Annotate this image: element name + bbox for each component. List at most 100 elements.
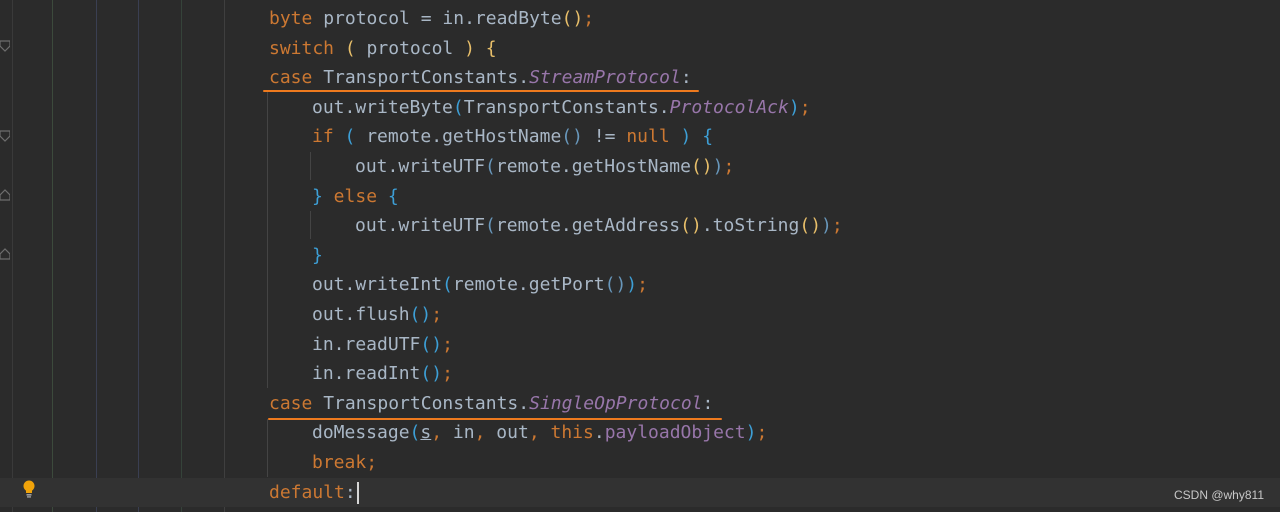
brace: {	[387, 185, 399, 207]
paren: ()	[420, 363, 443, 385]
code-text: protocol	[355, 37, 465, 59]
code-text: in.readInt	[312, 363, 421, 385]
code-text: out.flush	[312, 303, 410, 325]
semicolon: ;	[799, 96, 811, 118]
paren: )	[712, 155, 724, 177]
comma: ,	[528, 422, 551, 444]
code-line-6: out.writeUTF(remote.getHostName());	[0, 152, 1280, 182]
paren: (	[485, 215, 496, 237]
semicolon: ;	[756, 422, 768, 444]
brace: }	[312, 244, 323, 266]
paren: ()	[409, 303, 432, 325]
comma: ,	[431, 422, 453, 444]
brace: {	[702, 126, 714, 148]
keyword: this	[550, 422, 594, 444]
paren: (	[442, 274, 453, 296]
code-line-15: doMessage(s, in, out, this.payloadObject…	[0, 418, 1280, 448]
code-text: in.readUTF	[312, 333, 421, 355]
brace: }	[312, 185, 323, 207]
code-text: TransportConstants.	[463, 96, 670, 118]
code-line-2: switch ( protocol ) {	[0, 34, 1280, 64]
paren: ()	[604, 274, 627, 296]
code-text: .toString	[701, 215, 800, 237]
code-text: remote.getAddress	[495, 215, 681, 237]
semicolon: ;	[431, 303, 443, 325]
code-text: out	[496, 422, 529, 444]
code-text: in	[452, 422, 475, 444]
operator: !=	[582, 126, 627, 148]
paren: (	[344, 126, 356, 148]
code-text: remote.getPort	[452, 274, 605, 296]
code-line-7: } else {	[0, 182, 1280, 212]
semicolon: ;	[637, 274, 648, 296]
comma: ,	[474, 422, 497, 444]
highlight-underline	[268, 418, 722, 420]
code-line-1: byte protocol = in.readByte();	[0, 4, 1280, 34]
code-line-9: }	[0, 241, 1280, 271]
paren: ()	[420, 333, 443, 355]
code-text: remote.getHostName	[355, 126, 562, 148]
field: payloadObject	[604, 422, 746, 444]
semicolon: ;	[723, 155, 735, 177]
paren: (	[485, 155, 496, 177]
keyword: if	[312, 126, 334, 148]
paren: )	[572, 8, 584, 29]
code-line-16: break;	[0, 448, 1280, 478]
code-text: doMessage	[312, 422, 410, 444]
code-text: remote.getHostName	[495, 155, 691, 177]
code-line-3: case TransportConstants.StreamProtocol:	[0, 63, 1280, 93]
code-line-14: case TransportConstants.SingleOpProtocol…	[0, 389, 1280, 419]
colon: :	[344, 481, 356, 503]
semicolon: ;	[831, 215, 843, 237]
code-editor[interactable]: byte protocol = in.readByte(); switch ( …	[0, 0, 1280, 512]
colon: :	[702, 392, 714, 414]
lightbulb-icon[interactable]	[22, 480, 36, 498]
paren: ()	[561, 126, 583, 148]
keyword: case	[269, 67, 313, 89]
keyword: switch	[269, 37, 335, 59]
highlight-underline	[263, 90, 699, 92]
keyword: else	[322, 185, 388, 207]
code-line-11: out.flush();	[0, 300, 1280, 330]
semicolon: ;	[442, 333, 453, 355]
paren: ()	[799, 215, 822, 237]
code-line-5: if ( remote.getHostName() != null ) {	[0, 122, 1280, 152]
code-line-13: in.readInt();	[0, 359, 1280, 389]
paren: ()	[680, 215, 702, 237]
field: SingleOpProtocol	[529, 392, 703, 414]
brace: {	[485, 37, 497, 59]
code-line-4: out.writeByte(TransportConstants.Protoco…	[0, 93, 1280, 123]
paren: (	[409, 422, 421, 444]
text-cursor	[356, 481, 359, 504]
paren: )	[821, 215, 832, 237]
code-text: out.writeUTF	[355, 155, 486, 177]
paren: ()	[690, 155, 713, 177]
code-lines: byte protocol = in.readByte(); switch ( …	[0, 4, 1280, 508]
code-text: out.writeByte	[312, 96, 453, 118]
code-text: s	[420, 422, 432, 444]
semicolon: ;	[366, 451, 378, 473]
paren: (	[452, 96, 464, 118]
paren: )	[745, 422, 757, 444]
semicolon: ;	[583, 8, 595, 29]
code-text: TransportConstants.	[312, 392, 530, 414]
code-text: out.writeUTF	[355, 215, 486, 237]
keyword: break	[312, 451, 367, 473]
paren: (	[561, 8, 573, 29]
watermark: CSDN @why811	[1174, 488, 1264, 502]
keyword: null	[626, 126, 670, 148]
field: StreamProtocol	[529, 67, 681, 89]
keyword: default	[269, 481, 345, 503]
code-line-12: in.readUTF();	[0, 330, 1280, 360]
paren: )	[680, 126, 692, 148]
code-text: protocol = in.readByte	[312, 8, 562, 29]
field: ProtocolAck	[669, 96, 789, 118]
code-text: TransportConstants.	[312, 67, 530, 89]
code-line-10: out.writeInt(remote.getPort());	[0, 270, 1280, 300]
paren: (	[344, 37, 356, 59]
paren: )	[626, 274, 638, 296]
